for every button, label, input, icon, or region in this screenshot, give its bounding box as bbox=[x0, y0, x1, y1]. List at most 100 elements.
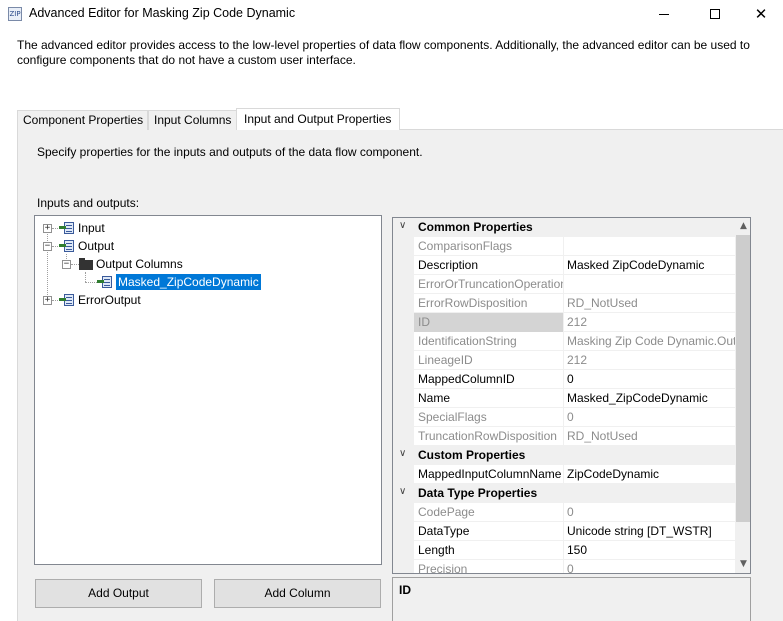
property-name: TruncationRowDisposition bbox=[414, 427, 564, 446]
category-data-type-properties[interactable]: ∨ Data Type Properties bbox=[393, 484, 735, 503]
property-name: Length bbox=[414, 541, 564, 560]
chevron-down-icon: ∨ bbox=[399, 486, 407, 497]
tree-item-label: Masked_ZipCodeDynamic bbox=[116, 274, 261, 290]
tree-item-masked-zipcodedynamic[interactable]: Masked_ZipCodeDynamic bbox=[97, 273, 261, 291]
scroll-up-icon[interactable]: ▲ bbox=[735, 218, 750, 235]
property-value: 0 bbox=[567, 562, 574, 574]
inputs-outputs-label: Inputs and outputs: bbox=[37, 196, 140, 210]
property-name: SpecialFlags bbox=[414, 408, 564, 427]
tab-input-columns[interactable]: Input Columns bbox=[148, 110, 237, 130]
scroll-down-icon[interactable]: ▼ bbox=[735, 556, 750, 573]
property-value: RD_NotUsed bbox=[567, 296, 638, 310]
property-value[interactable]: ZipCodeDynamic bbox=[564, 465, 735, 484]
property-name: Description bbox=[414, 256, 564, 275]
tree-item-error-output[interactable]: ErrorOutput bbox=[59, 291, 141, 309]
property-row[interactable]: ErrorOrTruncationOperation bbox=[393, 275, 735, 294]
property-value[interactable]: Masked ZipCodeDynamic bbox=[564, 256, 735, 275]
minimize-button[interactable] bbox=[641, 0, 687, 28]
property-row[interactable]: DataType Unicode string [DT_WSTR] bbox=[393, 522, 735, 541]
scrollbar-thumb[interactable] bbox=[736, 235, 750, 522]
tree-item-input[interactable]: Input bbox=[59, 219, 105, 237]
output-icon bbox=[59, 239, 75, 253]
tree-item-output[interactable]: Output bbox=[59, 237, 114, 255]
property-value: RD_NotUsed bbox=[567, 429, 638, 443]
property-grid[interactable]: ∨ Common Properties ComparisonFlags Desc… bbox=[392, 217, 751, 574]
property-row[interactable]: ErrorRowDisposition RD_NotUsed bbox=[393, 294, 735, 313]
chevron-down-icon: ∨ bbox=[399, 220, 407, 231]
editor-description: The advanced editor provides access to t… bbox=[17, 38, 750, 67]
property-name: ErrorOrTruncationOperation bbox=[414, 275, 564, 294]
property-row[interactable]: Precision 0 bbox=[393, 560, 735, 574]
property-name: MappedColumnID bbox=[414, 370, 564, 389]
property-row[interactable]: Length 150 bbox=[393, 541, 735, 560]
property-name: LineageID bbox=[414, 351, 564, 370]
tab-input-output-properties[interactable]: Input and Output Properties bbox=[236, 108, 400, 130]
tree-item-label: Output bbox=[78, 239, 115, 253]
close-icon: ✕ bbox=[754, 5, 768, 23]
property-row[interactable]: IdentificationString Masking Zip Code Dyn… bbox=[393, 332, 735, 351]
property-value[interactable]: 0 bbox=[564, 370, 735, 389]
tree-connector bbox=[85, 282, 97, 283]
property-value[interactable]: Masked_ZipCodeDynamic bbox=[564, 389, 735, 408]
tree-item-output-columns[interactable]: Output Columns bbox=[79, 255, 183, 273]
add-output-button[interactable]: Add Output bbox=[35, 579, 202, 608]
property-value: 0 bbox=[567, 505, 574, 519]
folder-icon bbox=[79, 258, 93, 270]
property-row[interactable]: MappedInputColumnName ZipCodeDynamic bbox=[393, 465, 735, 484]
property-row[interactable]: MappedColumnID 0 bbox=[393, 370, 735, 389]
tree-connector bbox=[85, 272, 86, 282]
maximize-icon bbox=[710, 9, 720, 19]
add-column-button[interactable]: Add Column bbox=[214, 579, 381, 608]
property-row[interactable]: TruncationRowDisposition RD_NotUsed bbox=[393, 427, 735, 446]
property-value: Masking Zip Code Dynamic.Output bbox=[567, 334, 735, 348]
tab-component-properties[interactable]: Component Properties bbox=[17, 110, 148, 130]
window-title: Advanced Editor for Masking Zip Code Dyn… bbox=[29, 6, 296, 20]
chevron-down-icon: ∨ bbox=[399, 448, 407, 459]
property-value bbox=[564, 237, 735, 256]
property-name: CodePage bbox=[414, 503, 564, 522]
expand-input-toggle[interactable]: + bbox=[43, 224, 52, 233]
tree-item-label: ErrorOutput bbox=[78, 293, 141, 307]
property-value[interactable]: Unicode string [DT_WSTR] bbox=[564, 522, 735, 541]
property-grid-rows: ∨ Common Properties ComparisonFlags Desc… bbox=[393, 218, 735, 574]
property-row[interactable]: Description Masked ZipCodeDynamic bbox=[393, 256, 735, 275]
category-label: Custom Properties bbox=[418, 448, 526, 462]
property-description-title: ID bbox=[399, 583, 411, 597]
property-row[interactable]: SpecialFlags 0 bbox=[393, 408, 735, 427]
property-row[interactable]: LineageID 212 bbox=[393, 351, 735, 370]
property-value: 0 bbox=[567, 410, 574, 424]
inputs-outputs-tree[interactable]: + Input − Output − Output Columns Masked… bbox=[34, 215, 382, 565]
panel-instruction: Specify properties for the inputs and ou… bbox=[37, 145, 423, 159]
property-name: Precision bbox=[414, 560, 564, 573]
tree-item-label: Output Columns bbox=[96, 257, 183, 271]
property-name: MappedInputColumnName bbox=[414, 465, 564, 484]
tree-item-label: Input bbox=[78, 221, 105, 235]
property-value: 212 bbox=[567, 315, 588, 329]
collapse-output-toggle[interactable]: − bbox=[43, 242, 52, 251]
category-common-properties[interactable]: ∨ Common Properties bbox=[393, 218, 735, 237]
maximize-button[interactable] bbox=[692, 0, 738, 28]
expand-error-output-toggle[interactable]: + bbox=[43, 296, 52, 305]
category-label: Common Properties bbox=[418, 220, 533, 234]
property-row[interactable]: Name Masked_ZipCodeDynamic bbox=[393, 389, 735, 408]
property-row-selected[interactable]: ID 212 bbox=[393, 313, 735, 332]
property-value: 212 bbox=[567, 353, 588, 367]
property-name: DataType bbox=[414, 522, 564, 541]
property-name: IdentificationString bbox=[414, 332, 564, 351]
minimize-icon bbox=[659, 13, 669, 15]
property-grid-scrollbar[interactable]: ▲ ▼ bbox=[735, 218, 750, 573]
input-icon bbox=[59, 221, 75, 235]
property-name: ID bbox=[414, 313, 564, 332]
property-value[interactable]: 150 bbox=[564, 541, 735, 560]
category-custom-properties[interactable]: ∨ Custom Properties bbox=[393, 446, 735, 465]
tree-connector bbox=[47, 229, 48, 301]
property-name: ComparisonFlags bbox=[414, 237, 564, 256]
property-row[interactable]: ComparisonFlags bbox=[393, 237, 735, 256]
property-row[interactable]: CodePage 0 bbox=[393, 503, 735, 522]
column-icon bbox=[97, 275, 113, 289]
ssis-component-icon: ZIP bbox=[8, 7, 22, 21]
close-button[interactable]: ✕ bbox=[738, 0, 783, 28]
property-name: ErrorRowDisposition bbox=[414, 294, 564, 313]
category-label: Data Type Properties bbox=[418, 486, 538, 500]
collapse-output-columns-toggle[interactable]: − bbox=[62, 260, 71, 269]
